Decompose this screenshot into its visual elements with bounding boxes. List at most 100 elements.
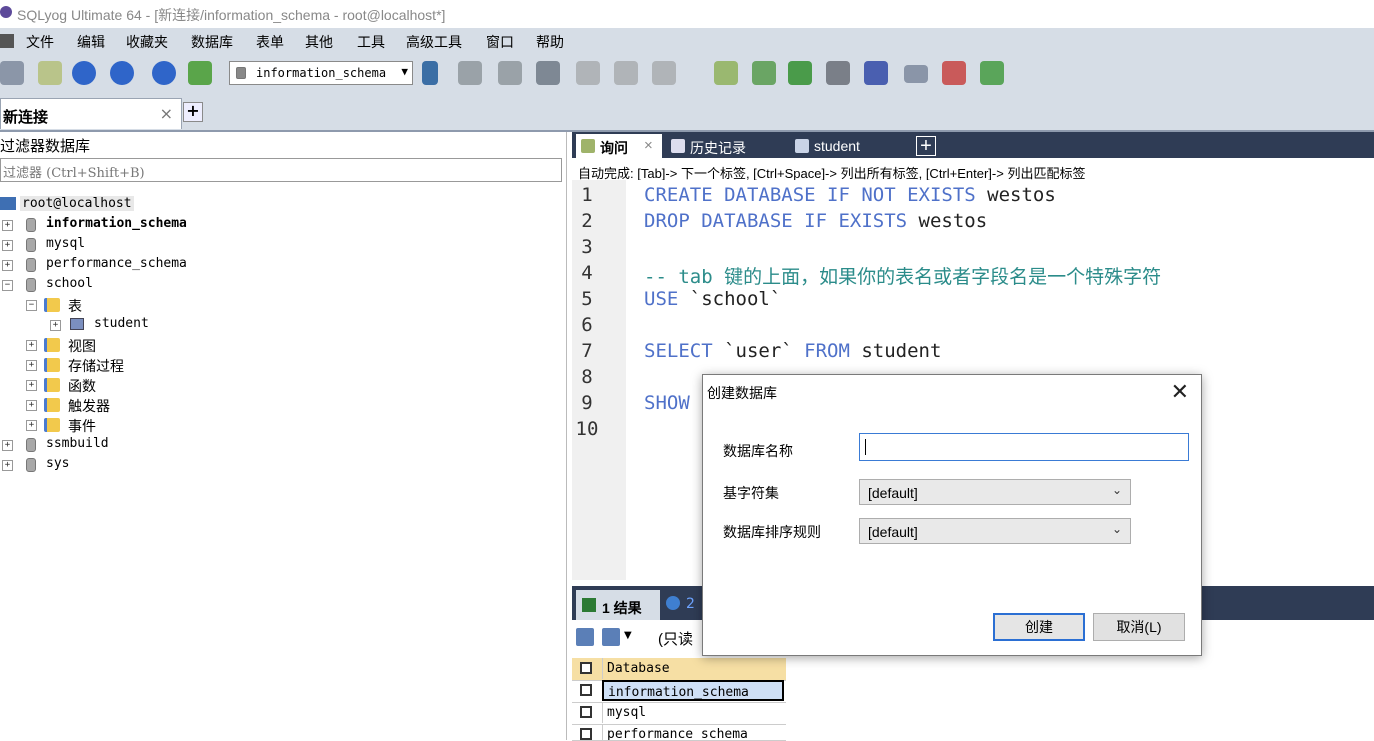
menu-tools[interactable]: 工具 xyxy=(357,32,385,52)
collation-label: 数据库排序规则 xyxy=(723,524,821,540)
table-row[interactable]: mysql xyxy=(572,702,786,725)
tree-item-functions-folder[interactable]: + 函数 xyxy=(0,376,300,396)
restore-database-icon[interactable] xyxy=(498,61,522,85)
export-icon[interactable] xyxy=(576,628,594,646)
execute-query-icon[interactable] xyxy=(72,61,96,85)
connection-tab[interactable]: 新连接 × xyxy=(0,98,182,129)
menu-file[interactable]: 文件 xyxy=(26,32,54,52)
menu-database[interactable]: 数据库 xyxy=(191,32,233,52)
folder-icon xyxy=(44,358,60,372)
close-icon[interactable]: × xyxy=(644,137,653,154)
tree-item-procedures-folder[interactable]: + 存储过程 xyxy=(0,356,300,376)
grid-mode-icon[interactable] xyxy=(602,628,620,646)
table-data-icon[interactable] xyxy=(576,61,600,85)
table-row[interactable]: information_schema xyxy=(572,680,786,703)
folder-icon xyxy=(44,338,60,352)
report-icon[interactable] xyxy=(942,61,966,85)
data-sync-icon[interactable] xyxy=(788,61,812,85)
tab-query[interactable]: 询问 × xyxy=(576,134,662,158)
new-query-icon[interactable] xyxy=(38,61,62,85)
notifications-icon[interactable] xyxy=(904,65,928,83)
expand-icon[interactable]: + xyxy=(2,460,13,471)
tab-result-1[interactable]: 1 结果 xyxy=(576,590,660,620)
collapse-icon[interactable]: − xyxy=(2,280,13,291)
user-manager-icon[interactable] xyxy=(422,61,438,85)
table-index-icon[interactable] xyxy=(652,61,676,85)
collapse-icon[interactable]: − xyxy=(26,300,37,311)
table-icon xyxy=(795,139,809,153)
tab-result-2[interactable]: 2 xyxy=(664,592,704,618)
object-browser-title: 过滤器数据库 xyxy=(0,138,91,155)
database-name-input[interactable] xyxy=(859,433,1189,461)
filter-input[interactable]: 过滤器 (Ctrl+Shift+B) xyxy=(0,158,562,182)
folder-icon xyxy=(44,398,60,412)
schema-sync-icon[interactable] xyxy=(188,61,212,85)
tree-item-views-folder[interactable]: + 视图 xyxy=(0,336,300,356)
folder-icon xyxy=(44,418,60,432)
database-icon xyxy=(236,67,246,79)
tree-item-table[interactable]: + student xyxy=(0,316,300,336)
menu-advanced-tools[interactable]: 高级工具 xyxy=(406,32,462,52)
tree-item-triggers-folder[interactable]: + 触发器 xyxy=(0,396,300,416)
menu-other[interactable]: 其他 xyxy=(305,32,333,52)
query-builder-icon[interactable] xyxy=(714,61,738,85)
tree-item-tables-folder[interactable]: − 表 xyxy=(0,296,300,316)
tree-item-database[interactable]: + ssmbuild xyxy=(0,436,300,456)
sql-scheduler-icon[interactable] xyxy=(864,61,888,85)
table-row[interactable]: performance_schema xyxy=(572,724,786,741)
expand-icon[interactable]: + xyxy=(26,340,37,351)
expand-icon[interactable]: + xyxy=(2,260,13,271)
backup-database-icon[interactable] xyxy=(458,61,482,85)
expand-icon[interactable]: + xyxy=(26,400,37,411)
tree-item-database[interactable]: + information_schema xyxy=(0,216,300,236)
tree-item-database[interactable]: − school xyxy=(0,276,300,296)
checkbox[interactable] xyxy=(580,706,592,718)
menu-favorites[interactable]: 收藏夹 xyxy=(126,32,168,52)
cancel-button[interactable]: 取消(L) xyxy=(1093,613,1185,641)
job-agent-icon[interactable] xyxy=(826,61,850,85)
expand-icon[interactable]: + xyxy=(2,240,13,251)
collation-select[interactable]: [default] ⌄ xyxy=(859,518,1131,544)
checkbox[interactable] xyxy=(580,662,592,674)
checkbox[interactable] xyxy=(580,728,592,740)
add-connection-button[interactable]: + xyxy=(183,102,203,122)
menu-edit[interactable]: 编辑 xyxy=(77,32,105,52)
schema-designer-icon[interactable] xyxy=(752,61,776,85)
system-menu-icon[interactable] xyxy=(0,34,14,48)
tab-student[interactable]: student xyxy=(790,134,910,158)
create-button[interactable]: 创建 xyxy=(993,613,1085,641)
import-icon[interactable] xyxy=(536,61,560,85)
expand-icon[interactable]: + xyxy=(2,440,13,451)
schema-compare-icon[interactable] xyxy=(980,61,1004,85)
expand-icon[interactable]: + xyxy=(26,380,37,391)
result-grid-icon xyxy=(582,598,596,612)
table-design-icon[interactable] xyxy=(614,61,638,85)
checkbox[interactable] xyxy=(580,684,592,696)
tree-item-database[interactable]: + mysql xyxy=(0,236,300,256)
expand-icon[interactable]: + xyxy=(2,220,13,231)
tree-item-events-folder[interactable]: + 事件 xyxy=(0,416,300,436)
refresh-icon[interactable] xyxy=(152,61,176,85)
tree-item-database[interactable]: + sys xyxy=(0,456,300,476)
autocomplete-hint: 自动完成: [Tab]-> 下一个标签, [Ctrl+Space]-> 列出所有… xyxy=(572,158,1374,181)
expand-icon[interactable]: + xyxy=(26,420,37,431)
chevron-down-icon[interactable]: ▼ xyxy=(624,630,632,641)
menu-help[interactable]: 帮助 xyxy=(536,32,564,52)
add-tab-button[interactable]: + xyxy=(916,136,936,156)
menu-table[interactable]: 表单 xyxy=(256,32,284,52)
expand-icon[interactable]: + xyxy=(26,360,37,371)
tab-history[interactable]: 历史记录 xyxy=(666,134,782,158)
menu-window[interactable]: 窗口 xyxy=(486,32,514,52)
database-selector[interactable]: information_schema ▼ xyxy=(229,61,413,85)
charset-select[interactable]: [default] ⌄ xyxy=(859,479,1131,505)
title-bar: SQLyog Ultimate 64 - [新连接/information_sc… xyxy=(0,0,1374,28)
execute-all-icon[interactable] xyxy=(110,61,134,85)
chevron-down-icon: ⌄ xyxy=(1111,483,1122,497)
close-icon[interactable]: × xyxy=(160,104,173,123)
tree-item-database[interactable]: + performance_schema xyxy=(0,256,300,276)
expand-icon[interactable]: + xyxy=(50,320,61,331)
grid-header[interactable]: Database xyxy=(572,658,786,681)
close-icon[interactable]: ✕ xyxy=(1171,379,1189,405)
database-icon xyxy=(26,218,36,232)
new-connection-icon[interactable] xyxy=(0,61,24,85)
